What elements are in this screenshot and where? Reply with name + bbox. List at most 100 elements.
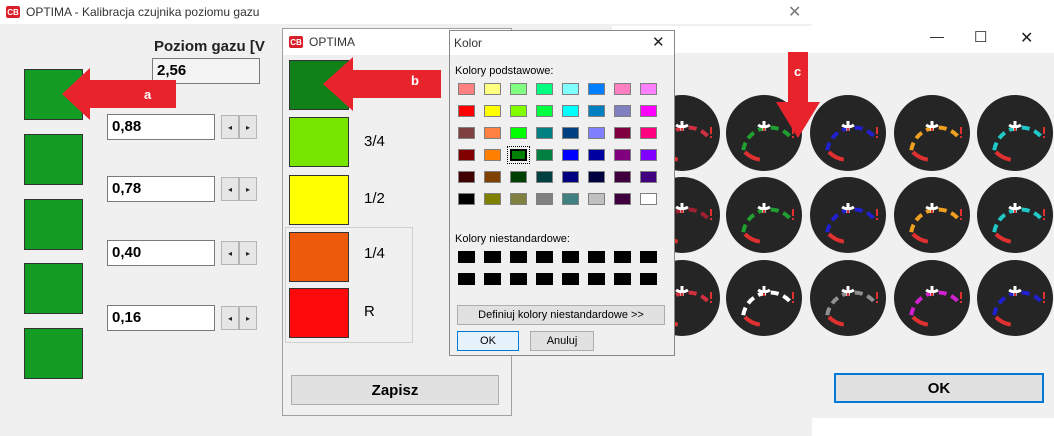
level-color-3-4[interactable] (24, 134, 83, 185)
custom-color-swatch[interactable] (510, 251, 527, 263)
gauge-widget[interactable] (810, 95, 886, 171)
basic-color-swatch[interactable] (458, 193, 475, 205)
gauge-widget[interactable] (726, 260, 802, 336)
basic-color-swatch[interactable] (562, 83, 579, 95)
basic-color-swatch[interactable] (536, 149, 553, 161)
basic-color-swatch[interactable] (484, 193, 501, 205)
basic-color-swatch[interactable] (614, 127, 631, 139)
color-cancel-button[interactable]: Anuluj (530, 331, 594, 351)
basic-color-swatch[interactable] (588, 105, 605, 117)
basic-color-swatch[interactable] (536, 127, 553, 139)
level-swatch-1-2[interactable] (289, 175, 349, 225)
basic-color-swatch[interactable] (536, 193, 553, 205)
basic-color-swatch[interactable] (588, 171, 605, 183)
basic-color-swatch[interactable] (484, 83, 501, 95)
gauge-widget[interactable] (977, 177, 1053, 253)
basic-color-swatch[interactable] (614, 149, 631, 161)
basic-color-swatch[interactable] (458, 127, 475, 139)
gauge-widget[interactable] (894, 177, 970, 253)
gauge-widget[interactable] (894, 95, 970, 171)
maximize-icon[interactable]: ☐ (974, 28, 987, 46)
basic-color-swatch[interactable] (536, 171, 553, 183)
level-color-1-4[interactable] (24, 263, 83, 314)
basic-color-swatch[interactable] (588, 149, 605, 161)
custom-color-swatch[interactable] (640, 251, 657, 263)
basic-color-swatch[interactable] (562, 149, 579, 161)
basic-color-swatch[interactable] (510, 127, 527, 139)
custom-color-swatch[interactable] (614, 273, 631, 285)
basic-color-swatch[interactable] (588, 127, 605, 139)
basic-color-swatch[interactable] (484, 105, 501, 117)
gauge-widget[interactable] (726, 177, 802, 253)
gauge-widget[interactable] (810, 177, 886, 253)
custom-color-swatch[interactable] (536, 273, 553, 285)
basic-color-swatch[interactable] (484, 149, 501, 161)
increase-button[interactable]: ▸ (239, 306, 257, 330)
close-icon[interactable]: ✕ (1020, 28, 1033, 48)
basic-color-swatch[interactable] (588, 83, 605, 95)
custom-color-swatch[interactable] (562, 251, 579, 263)
gauge-widget[interactable] (894, 260, 970, 336)
custom-color-swatch[interactable] (458, 273, 475, 285)
basic-color-swatch[interactable] (536, 105, 553, 117)
close-icon[interactable]: ✕ (652, 33, 665, 51)
basic-color-swatch[interactable] (458, 83, 475, 95)
basic-color-swatch[interactable] (562, 193, 579, 205)
decrease-button[interactable]: ◂ (221, 306, 239, 330)
custom-color-swatch[interactable] (484, 251, 501, 263)
gauge-widget[interactable] (810, 260, 886, 336)
basic-color-swatch[interactable] (640, 171, 657, 183)
basic-color-swatch[interactable] (458, 105, 475, 117)
gauge-widget[interactable] (977, 95, 1053, 171)
threshold-input-1-2[interactable]: 0,78 (107, 176, 215, 202)
color-ok-button[interactable]: OK (457, 331, 519, 351)
basic-color-swatch[interactable] (640, 127, 657, 139)
gauges-ok-button[interactable]: OK (834, 373, 1044, 403)
basic-color-swatch[interactable] (510, 193, 527, 205)
basic-color-swatch[interactable] (510, 105, 527, 117)
basic-color-swatch[interactable] (484, 127, 501, 139)
threshold-stepper-1-2[interactable]: ◂ ▸ (221, 177, 259, 201)
basic-color-swatch[interactable] (640, 193, 657, 205)
threshold-stepper-1-4[interactable]: ◂ ▸ (221, 241, 259, 265)
basic-color-swatch[interactable] (458, 171, 475, 183)
increase-button[interactable]: ▸ (239, 177, 257, 201)
threshold-stepper-3-4[interactable]: ◂ ▸ (221, 115, 259, 139)
decrease-button[interactable]: ◂ (221, 177, 239, 201)
basic-color-swatch[interactable] (614, 171, 631, 183)
custom-color-swatch[interactable] (588, 251, 605, 263)
custom-color-swatch[interactable] (536, 251, 553, 263)
basic-color-swatch[interactable] (562, 127, 579, 139)
level-color-1-2[interactable] (24, 199, 83, 250)
basic-color-swatch[interactable] (640, 105, 657, 117)
define-custom-colors-button[interactable]: Definiuj kolory niestandardowe >> (457, 305, 665, 325)
custom-color-swatch[interactable] (484, 273, 501, 285)
gauge-widget[interactable] (977, 260, 1053, 336)
minimize-icon[interactable]: — (930, 28, 944, 44)
close-icon[interactable]: ✕ (788, 2, 801, 22)
basic-color-swatch[interactable] (510, 171, 527, 183)
decrease-button[interactable]: ◂ (221, 241, 239, 265)
custom-color-swatch[interactable] (640, 273, 657, 285)
level-swatch-reserve[interactable] (289, 288, 349, 338)
basic-color-swatch[interactable] (536, 83, 553, 95)
custom-color-swatch[interactable] (588, 273, 605, 285)
basic-color-swatch[interactable] (562, 171, 579, 183)
basic-color-swatch[interactable] (562, 105, 579, 117)
threshold-input-1-4[interactable]: 0,40 (107, 240, 215, 266)
basic-color-swatch[interactable] (588, 193, 605, 205)
basic-color-swatch[interactable] (614, 83, 631, 95)
threshold-input-reserve[interactable]: 0,16 (107, 305, 215, 331)
level-swatch-3-4[interactable] (289, 117, 349, 167)
increase-button[interactable]: ▸ (239, 115, 257, 139)
custom-color-swatch[interactable] (614, 251, 631, 263)
save-button[interactable]: Zapisz (291, 375, 499, 405)
basic-color-swatch[interactable] (614, 105, 631, 117)
custom-color-swatch[interactable] (510, 273, 527, 285)
basic-color-swatch[interactable] (614, 193, 631, 205)
basic-color-swatch[interactable] (640, 83, 657, 95)
decrease-button[interactable]: ◂ (221, 115, 239, 139)
basic-color-swatch[interactable] (510, 83, 527, 95)
custom-color-swatch[interactable] (562, 273, 579, 285)
basic-color-swatch[interactable] (640, 149, 657, 161)
